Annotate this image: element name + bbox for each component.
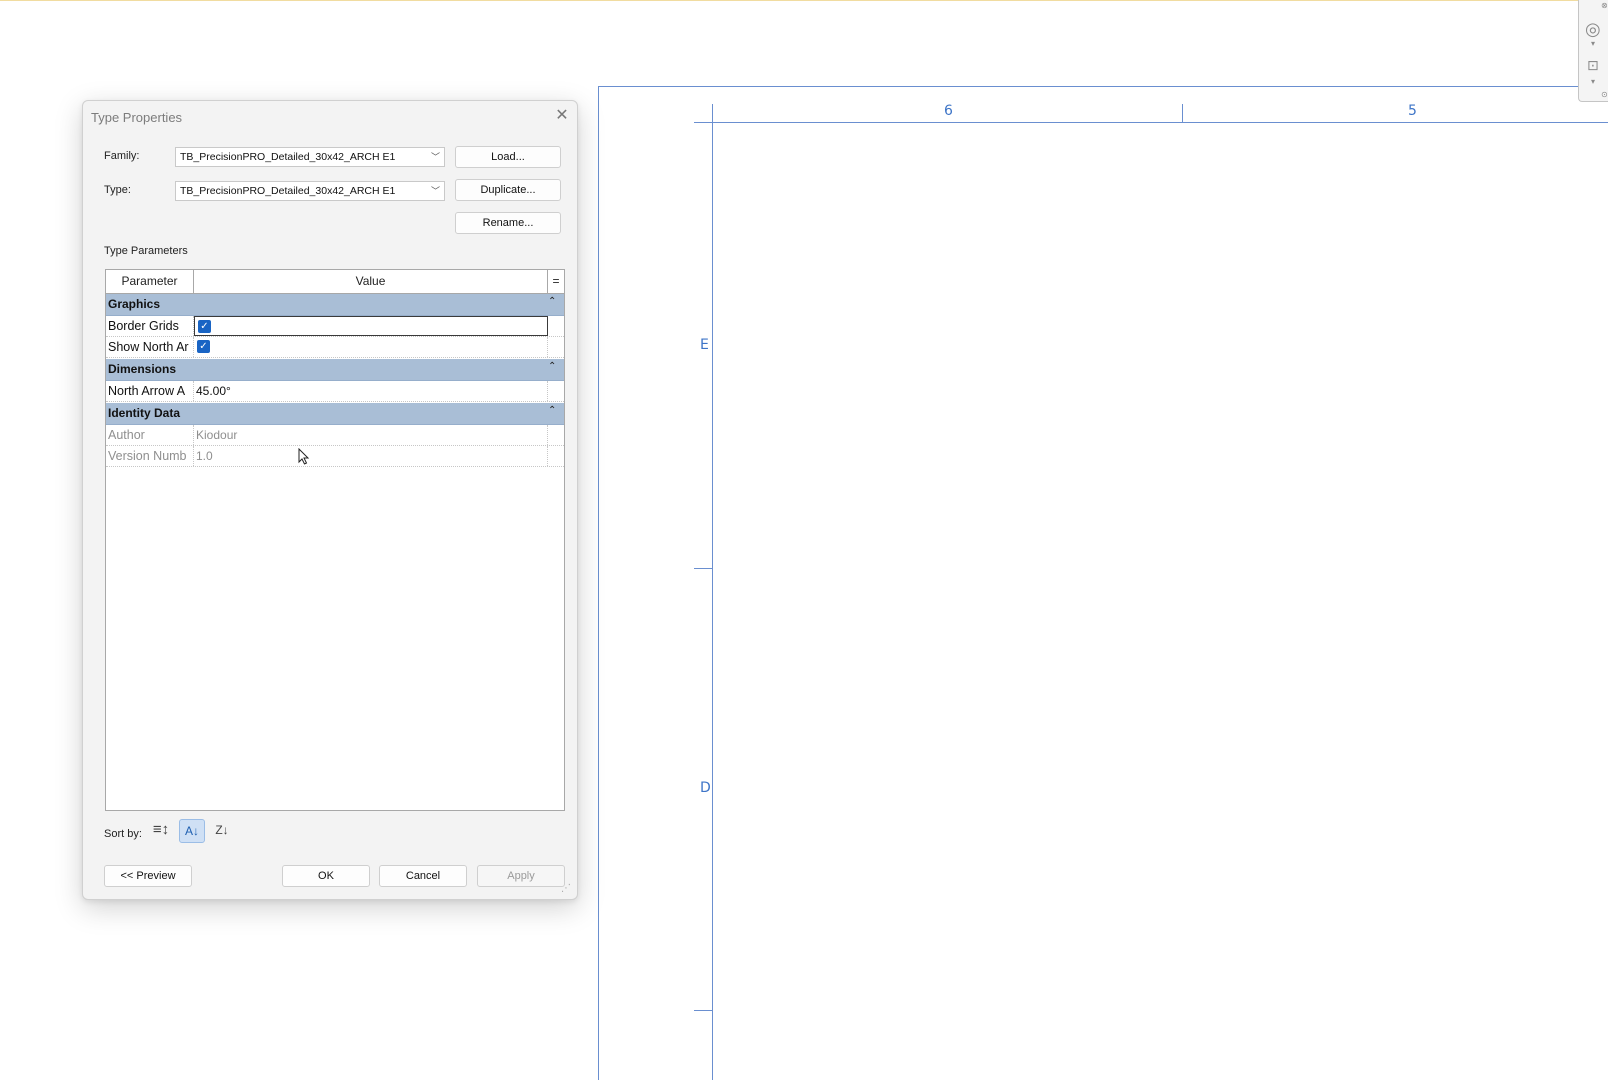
group-row-graphics[interactable]: Graphics ⌃ [106, 294, 564, 316]
grid-label-top: 6 [944, 103, 953, 119]
parameter-cell: Author [106, 425, 194, 445]
table-row[interactable]: Author Kiodour [106, 425, 564, 446]
type-parameters-label: Type Parameters [104, 245, 188, 257]
group-row-identity-data[interactable]: Identity Data ⌃ [106, 403, 564, 425]
duplicate-button[interactable]: Duplicate... [455, 179, 561, 201]
family-label: Family: [104, 150, 140, 162]
value-cell[interactable]: Kiodour [194, 425, 548, 445]
navigation-bar: ⊗ ◎ ▾ ⊡ ▾ ⊙ [1578, 0, 1608, 102]
sort-grouped-icon[interactable]: ≡↕ [148, 819, 174, 843]
title-block-grid-vertical [712, 104, 713, 1080]
sheet-border-left [598, 86, 599, 1080]
group-label: Graphics [108, 297, 161, 311]
column-header-value[interactable]: Value [194, 270, 548, 294]
zoom-icon[interactable]: ⊡ [1587, 58, 1599, 72]
close-icon[interactable]: ⊗ [1601, 2, 1608, 10]
type-parameters-table: Parameter Value = Graphics ⌃ Border Grid… [105, 269, 565, 811]
grid-tick-top [1182, 104, 1183, 122]
parameter-cell: Border Grids [106, 316, 194, 336]
chevron-down-icon[interactable]: ▾ [1591, 40, 1595, 48]
chevron-down-icon: ﹀ [430, 152, 440, 162]
title-block-grid-horizontal [694, 122, 1608, 123]
grid-tick-left [694, 568, 712, 569]
type-properties-dialog: Type Properties ✕ Family: TB_PrecisionPR… [82, 100, 578, 900]
value-cell[interactable]: 45.00° [194, 381, 548, 401]
type-dropdown[interactable]: TB_PrecisionPRO_Detailed_30x42_ARCH E1 ﹀ [175, 181, 445, 201]
chevron-down-icon: ﹀ [430, 186, 440, 196]
sort-by-label: Sort by: [104, 828, 142, 840]
grid-label-left: E [700, 337, 709, 353]
parameter-cell: Show North Ar [106, 337, 194, 357]
collapse-icon[interactable]: ⌃ [548, 296, 556, 307]
grid-label-left: D [700, 780, 711, 796]
parameter-cell: North Arrow A [106, 381, 194, 401]
type-label: Type: [104, 184, 131, 196]
value-cell[interactable]: ✓ [194, 337, 548, 357]
table-row[interactable]: North Arrow A 45.00° [106, 381, 564, 402]
family-value: TB_PrecisionPRO_Detailed_30x42_ARCH E1 [180, 151, 396, 163]
collapse-icon[interactable]: ⌃ [548, 361, 556, 372]
mouse-cursor-icon [298, 448, 310, 465]
close-icon[interactable]: ✕ [553, 107, 571, 125]
checkbox-checked-icon[interactable]: ✓ [197, 340, 210, 353]
column-header-parameter[interactable]: Parameter [106, 270, 194, 294]
group-label: Identity Data [108, 406, 181, 420]
cancel-button[interactable]: Cancel [379, 865, 467, 887]
settings-icon[interactable]: ⊙ [1601, 91, 1608, 99]
sheet-border-top [598, 86, 1608, 87]
load-button[interactable]: Load... [455, 146, 561, 168]
ok-button[interactable]: OK [282, 865, 370, 887]
preview-button[interactable]: << Preview [104, 865, 192, 887]
family-dropdown[interactable]: TB_PrecisionPRO_Detailed_30x42_ARCH E1 ﹀ [175, 147, 445, 167]
chevron-down-icon[interactable]: ▾ [1591, 78, 1595, 86]
sort-descending-icon[interactable]: Z↓ [209, 819, 235, 843]
grid-label-top: 5 [1408, 103, 1417, 119]
steering-wheel-icon[interactable]: ◎ [1585, 20, 1601, 38]
dialog-title: Type Properties [91, 110, 183, 125]
apply-button[interactable]: Apply [477, 865, 565, 887]
parameter-cell: Version Numb [106, 446, 194, 466]
sort-ascending-icon[interactable]: A↓ [179, 819, 205, 843]
rename-button[interactable]: Rename... [455, 212, 561, 234]
resize-grip-icon[interactable]: ⋰ [561, 883, 571, 894]
table-row[interactable]: Version Numb 1.0 [106, 446, 564, 467]
grid-tick-left [694, 1010, 712, 1011]
checkbox-checked-icon[interactable]: ✓ [198, 320, 211, 333]
value-cell[interactable]: ✓ [194, 316, 548, 336]
table-row[interactable]: Show North Ar ✓ [106, 337, 564, 358]
group-label: Dimensions [108, 362, 177, 376]
value-cell[interactable]: 1.0 [194, 446, 548, 466]
window-top-edge [0, 0, 1608, 1]
column-header-formula[interactable]: = [548, 270, 564, 294]
table-row[interactable]: Border Grids ✓ [106, 316, 564, 337]
collapse-icon[interactable]: ⌃ [548, 405, 556, 416]
group-row-dimensions[interactable]: Dimensions ⌃ [106, 359, 564, 381]
type-value: TB_PrecisionPRO_Detailed_30x42_ARCH E1 [180, 185, 396, 197]
